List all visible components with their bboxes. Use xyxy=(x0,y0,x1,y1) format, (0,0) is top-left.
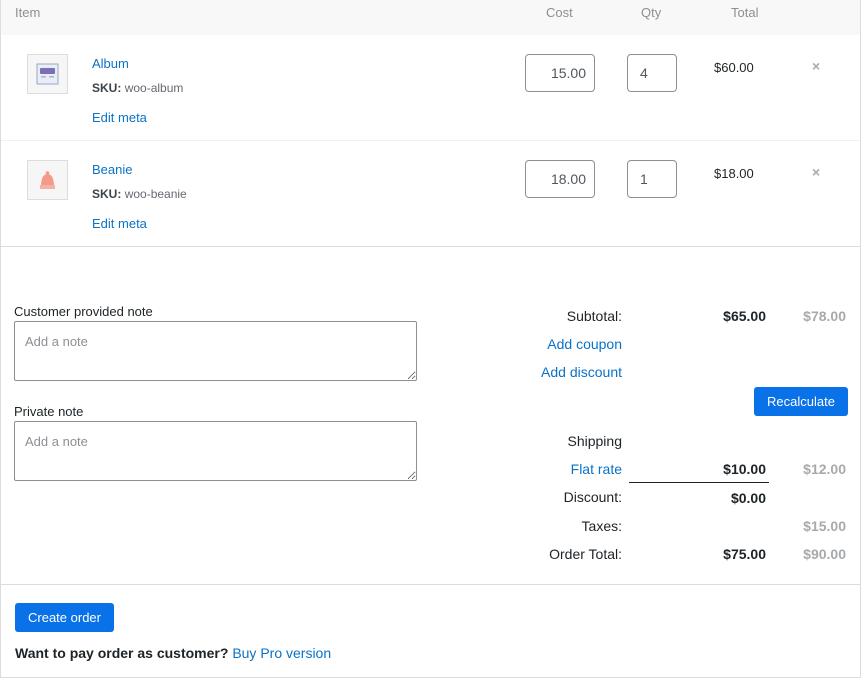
shipping-value: $10.00 xyxy=(723,461,766,477)
totals-divider xyxy=(1,584,860,585)
items-table-header: Item Cost Qty Total xyxy=(1,0,860,35)
edit-meta-link[interactable]: Edit meta xyxy=(92,216,147,231)
album-image-icon xyxy=(36,63,59,85)
subtotal-original-value: $78.00 xyxy=(803,308,846,324)
quantity-input[interactable] xyxy=(627,160,677,198)
private-note-field[interactable] xyxy=(14,421,417,481)
order-total-original-value: $90.00 xyxy=(803,546,846,562)
product-sku: SKU: woo-album xyxy=(92,81,183,95)
shipping-underline xyxy=(629,482,769,483)
cost-input[interactable] xyxy=(525,160,595,198)
taxes-original-value: $15.00 xyxy=(803,518,846,534)
header-total: Total xyxy=(731,5,759,20)
cost-input[interactable] xyxy=(525,54,595,92)
header-qty: Qty xyxy=(641,5,662,20)
add-discount-link[interactable]: Add discount xyxy=(541,364,622,380)
line-total: $60.00 xyxy=(714,60,754,75)
flat-rate-link[interactable]: Flat rate xyxy=(571,461,622,477)
remove-item-icon[interactable]: × xyxy=(812,58,820,74)
customer-note-field[interactable] xyxy=(14,321,417,381)
add-coupon-link[interactable]: Add coupon xyxy=(547,336,622,352)
beanie-image-icon xyxy=(40,171,55,189)
product-thumbnail-album xyxy=(27,54,68,94)
table-row: Album SKU: woo-album Edit meta $60.00 × xyxy=(1,35,860,141)
header-item: Item xyxy=(15,5,41,20)
line-total: $18.00 xyxy=(714,166,754,181)
sku-value: woo-album xyxy=(124,81,184,95)
buy-pro-link[interactable]: Buy Pro version xyxy=(232,645,331,661)
pay-as-customer-prompt: Want to pay order as customer? Buy Pro v… xyxy=(15,645,331,661)
remove-item-icon[interactable]: × xyxy=(812,164,820,180)
items-divider xyxy=(1,246,860,247)
product-sku: SKU: woo-beanie xyxy=(92,187,187,201)
sku-value: woo-beanie xyxy=(124,187,187,201)
customer-note-label: Customer provided note xyxy=(14,304,153,319)
sku-label: SKU: xyxy=(92,81,122,95)
shipping-original-value: $12.00 xyxy=(803,461,846,477)
discount-label: Discount: xyxy=(563,489,622,505)
order-total-label: Order Total: xyxy=(549,546,622,562)
product-name-link[interactable]: Album xyxy=(92,56,129,71)
order-total-value: $75.00 xyxy=(723,546,766,562)
subtotal-value: $65.00 xyxy=(723,308,766,324)
product-name-link[interactable]: Beanie xyxy=(92,162,132,177)
order-panel: Item Cost Qty Total Album SKU: woo-album… xyxy=(0,0,861,678)
taxes-label: Taxes: xyxy=(581,518,622,534)
edit-meta-link[interactable]: Edit meta xyxy=(92,110,147,125)
header-cost: Cost xyxy=(546,5,573,20)
table-row: Beanie SKU: woo-beanie Edit meta $18.00 … xyxy=(1,141,860,247)
pay-as-customer-question: Want to pay order as customer? xyxy=(15,645,229,661)
product-thumbnail-beanie xyxy=(27,160,68,200)
discount-value: $0.00 xyxy=(730,490,766,506)
create-order-button[interactable]: Create order xyxy=(15,603,114,632)
shipping-label: Shipping xyxy=(567,433,623,449)
sku-label: SKU: xyxy=(92,187,122,201)
subtotal-label: Subtotal: xyxy=(566,308,622,324)
recalculate-button[interactable]: Recalculate xyxy=(754,387,848,416)
quantity-input[interactable] xyxy=(627,54,677,92)
private-note-label: Private note xyxy=(14,404,84,419)
